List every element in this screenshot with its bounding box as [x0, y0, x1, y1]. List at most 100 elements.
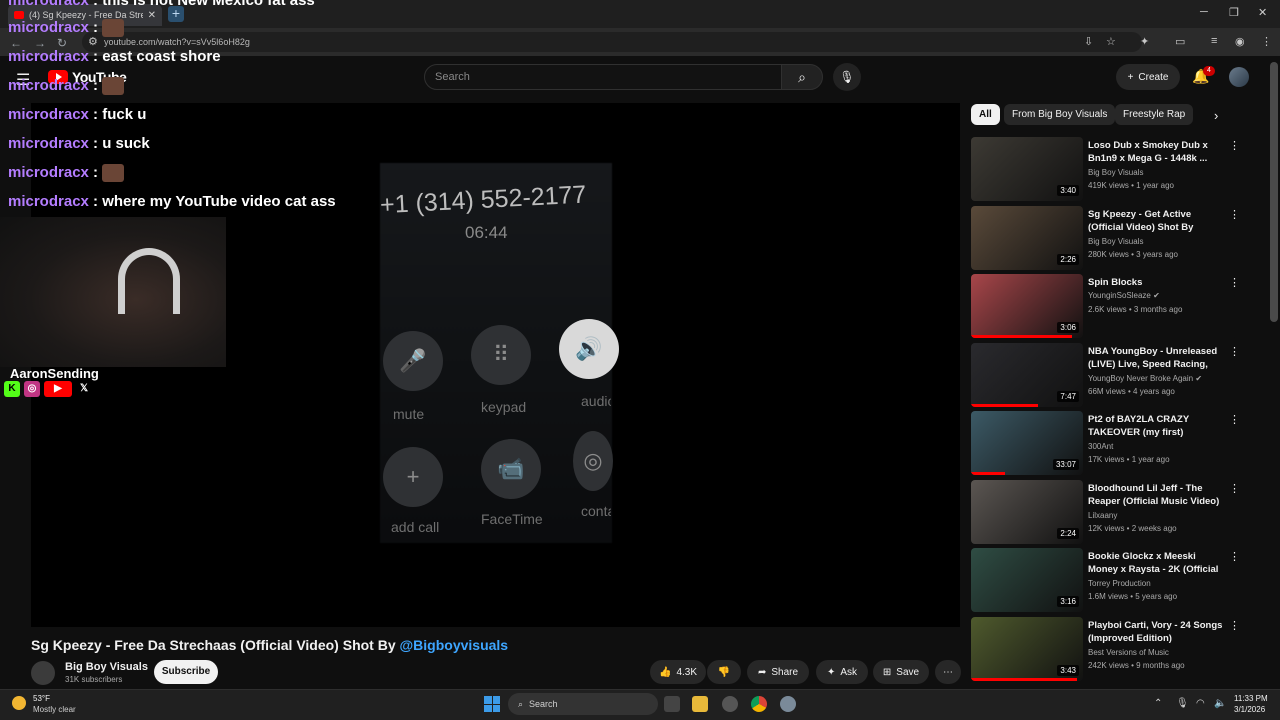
- video-thumbnail[interactable]: 33:07: [971, 411, 1083, 475]
- channel-avatar[interactable]: [31, 661, 55, 685]
- account-avatar[interactable]: [1229, 67, 1249, 87]
- chat-emote-icon: [102, 19, 125, 38]
- recommended-channel-name[interactable]: Big Boy Visuals: [1088, 237, 1143, 246]
- search-button[interactable]: ⌕: [781, 64, 823, 90]
- recommended-channel-name[interactable]: Big Boy Visuals: [1088, 168, 1143, 177]
- clock-time[interactable]: 11:33 PM: [1234, 694, 1268, 703]
- volume-icon[interactable]: 🔈: [1214, 698, 1226, 709]
- profile-icon[interactable]: ◉: [1235, 35, 1245, 48]
- close-tab-icon[interactable]: ✕: [148, 10, 156, 21]
- x-icon: 𝕏: [79, 383, 89, 394]
- share-button[interactable]: ➦ Share: [747, 660, 809, 684]
- more-vertical-icon[interactable]: ⋮: [1229, 550, 1240, 563]
- recommended-video[interactable]: 33:07 Pt2 of BAY2LA CRAZY TAKEOVER (my fi…: [971, 411, 1261, 475]
- recommended-video-title[interactable]: Loso Dub x Smokey Dub x Bn1n9 x Mega G -…: [1088, 139, 1228, 165]
- recommended-video-title[interactable]: Pt2 of BAY2LA CRAZY TAKEOVER (my first): [1088, 413, 1228, 439]
- minimize-icon[interactable]: ─: [1200, 6, 1208, 18]
- video-thumbnail[interactable]: 7:47: [971, 342, 1083, 407]
- video-thumbnail[interactable]: 3:16: [971, 548, 1083, 612]
- ask-button[interactable]: ✦ Ask: [816, 660, 868, 684]
- chat-separator: :: [88, 135, 103, 152]
- recommended-channel-name[interactable]: Lilxaany: [1088, 511, 1117, 520]
- install-app-icon[interactable]: ⇩: [1084, 35, 1093, 48]
- voice-search-button[interactable]: 🎙: [833, 63, 861, 91]
- video-thumbnail[interactable]: 2:24: [971, 479, 1083, 544]
- settings-gear-icon[interactable]: [780, 696, 796, 712]
- chrome-icon[interactable]: [751, 696, 767, 712]
- watch-progress-bar: [971, 403, 1039, 407]
- chip-freestyle-rap[interactable]: Freestyle Rap: [1115, 104, 1194, 125]
- recommended-video-title[interactable]: Playboi Carti, Vory - 24 Songs (Improved…: [1088, 619, 1228, 645]
- recommended-video[interactable]: 3:43 Playboi Carti, Vory - 24 Songs (Impr…: [971, 616, 1261, 681]
- chip-from-channel[interactable]: From Big Boy Visuals: [1004, 104, 1116, 125]
- recommended-video-title[interactable]: Sg Kpeezy - Get Active (Official Video) …: [1088, 208, 1228, 234]
- task-view-icon[interactable]: [664, 696, 680, 712]
- recommended-video-meta: 1.6M views • 5 years ago: [1088, 592, 1178, 601]
- more-vertical-icon[interactable]: ⋮: [1229, 619, 1240, 632]
- video-thumbnail[interactable]: 3:40: [971, 137, 1083, 201]
- recommended-video-title[interactable]: Bloodhound Lil Jeff - The Reaper (Offici…: [1088, 482, 1228, 508]
- tray-chevron-up-icon[interactable]: ⌃: [1154, 698, 1162, 709]
- obs-icon[interactable]: [722, 696, 738, 712]
- recommended-video[interactable]: 3:16 Bookie Glockz x Meeski Money x Rayst…: [971, 548, 1261, 612]
- more-actions-button[interactable]: ⋯: [935, 660, 961, 684]
- dislike-button[interactable]: 👎: [707, 660, 741, 684]
- chat-message: microdracx : u suck: [8, 135, 150, 152]
- recommended-video[interactable]: 3:40 Loso Dub x Smokey Dub x Bn1n9 x Mega…: [971, 137, 1261, 201]
- video-duration: 3:43: [1057, 664, 1079, 676]
- recommended-channel-text: YoungBoy Never Broke Again: [1088, 373, 1194, 383]
- more-vertical-icon[interactable]: ⋮: [1229, 482, 1240, 495]
- windows-start-icon[interactable]: [484, 696, 500, 712]
- recommended-video-title[interactable]: NBA YoungBoy - Unreleased (LIVE) Live, S…: [1088, 345, 1228, 371]
- video-duration: 3:40: [1057, 185, 1079, 196]
- channel-name[interactable]: Big Boy Visuals: [65, 661, 148, 673]
- bookmark-icon: ⊞: [882, 666, 892, 678]
- extensions-icon[interactable]: ✦: [1140, 35, 1149, 48]
- instagram-icon: ◎: [24, 381, 40, 397]
- bookmark-star-icon[interactable]: ☆: [1106, 35, 1116, 48]
- media-controls-icon[interactable]: ≡: [1211, 35, 1217, 47]
- video-title-link[interactable]: @Bigboyvisuals: [400, 637, 509, 653]
- recommended-channel-name[interactable]: Torrey Production: [1088, 579, 1151, 588]
- close-window-icon[interactable]: ✕: [1258, 6, 1267, 19]
- recommended-channel-name[interactable]: Best Versions of Music: [1088, 648, 1169, 657]
- contacts-button-graphic: ◎: [573, 431, 613, 491]
- more-vertical-icon[interactable]: ⋮: [1229, 345, 1240, 358]
- more-vertical-icon[interactable]: ⋮: [1229, 413, 1240, 426]
- browser-menu-icon[interactable]: ⋮: [1261, 35, 1272, 48]
- cast-icon[interactable]: ▭: [1175, 35, 1185, 48]
- recommended-channel-name[interactable]: YounginSoSleaze ✔: [1088, 291, 1160, 300]
- recommended-video[interactable]: 3:06 Spin Blocks YounginSoSleaze ✔ 2.6K vie…: [971, 274, 1261, 338]
- clock-date[interactable]: 3/1/2026: [1234, 705, 1265, 714]
- recommended-video[interactable]: 2:26 Sg Kpeezy - Get Active (Official Vid…: [971, 205, 1261, 270]
- chat-separator: :: [88, 164, 103, 181]
- more-vertical-icon[interactable]: ⋮: [1229, 276, 1240, 289]
- microphone-tray-icon[interactable]: 🎙: [1176, 698, 1189, 709]
- save-button[interactable]: ⊞ Save: [873, 660, 929, 684]
- page-scrollbar[interactable]: [1270, 62, 1278, 322]
- video-thumbnail[interactable]: 3:43: [971, 616, 1083, 681]
- restore-icon[interactable]: ❐: [1229, 6, 1239, 19]
- recommended-video[interactable]: 7:47 NBA YoungBoy - Unreleased (LIVE) Liv…: [971, 342, 1261, 407]
- chip-all[interactable]: All: [971, 104, 1000, 125]
- like-count: 4.3K: [676, 666, 698, 678]
- search-input[interactable]: Search: [424, 64, 782, 90]
- recommended-channel-name[interactable]: YoungBoy Never Broke Again ✔: [1088, 374, 1202, 383]
- recommended-video[interactable]: 2:24 Bloodhound Lil Jeff - The Reaper (Of…: [971, 479, 1261, 544]
- microphone-icon: 🎙: [839, 70, 855, 84]
- chat-separator: :: [88, 77, 103, 94]
- more-vertical-icon[interactable]: ⋮: [1229, 139, 1240, 152]
- video-thumbnail[interactable]: 3:06: [971, 274, 1083, 338]
- wifi-icon[interactable]: ◠: [1196, 698, 1205, 709]
- more-vertical-icon[interactable]: ⋮: [1229, 208, 1240, 221]
- taskbar-search[interactable]: ⌕ Search: [508, 693, 658, 715]
- recommended-channel-name[interactable]: 300Ant: [1088, 442, 1113, 451]
- recommended-video-title[interactable]: Bookie Glockz x Meeski Money x Raysta - …: [1088, 550, 1228, 576]
- create-button[interactable]: + Create: [1116, 64, 1180, 90]
- like-button[interactable]: 👍 4.3K: [650, 660, 706, 684]
- subscribe-button[interactable]: Subscribe: [154, 660, 218, 684]
- chevron-right-icon[interactable]: ›: [1214, 108, 1218, 123]
- file-explorer-icon[interactable]: [692, 696, 708, 712]
- video-thumbnail[interactable]: 2:26: [971, 205, 1083, 270]
- recommended-video-title[interactable]: Spin Blocks: [1088, 276, 1228, 289]
